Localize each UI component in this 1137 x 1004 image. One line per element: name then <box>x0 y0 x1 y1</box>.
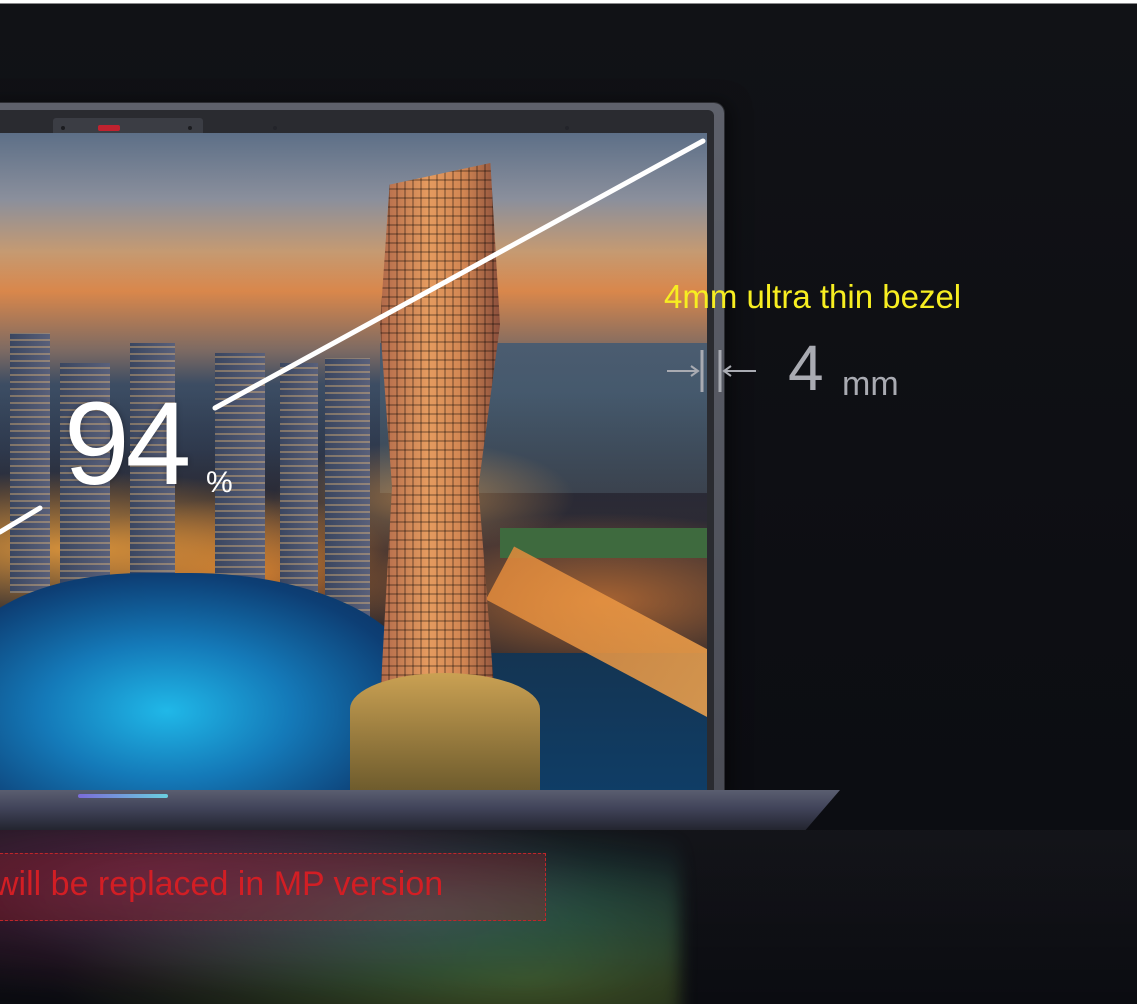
tower-base <box>350 673 540 793</box>
microphone-dot <box>565 126 569 130</box>
webcam-sensor <box>61 126 65 130</box>
webcam-sensor <box>188 126 192 130</box>
arrows-pointing-to-bars-icon <box>667 350 756 392</box>
screen-ratio-value: 94 <box>64 378 191 510</box>
twisted-tower <box>380 163 500 703</box>
park-area <box>500 528 707 558</box>
bezel-width-unit: mm <box>842 365 899 403</box>
bezel-width-value: 4 <box>788 332 824 404</box>
bezel-headline: 4mm ultra thin bezel <box>664 278 962 315</box>
building <box>325 358 370 618</box>
building <box>280 363 318 593</box>
building <box>10 333 50 593</box>
base-light-strip <box>78 794 168 798</box>
webcam-led <box>98 125 120 131</box>
placeholder-notice: will be replaced in MP version <box>0 865 444 903</box>
microphone-dot <box>273 126 277 130</box>
screen-ratio-unit: % <box>206 466 233 499</box>
product-hero: 94 % 4mm ultra thin bezel 4 mm will be r… <box>0 0 1137 1004</box>
